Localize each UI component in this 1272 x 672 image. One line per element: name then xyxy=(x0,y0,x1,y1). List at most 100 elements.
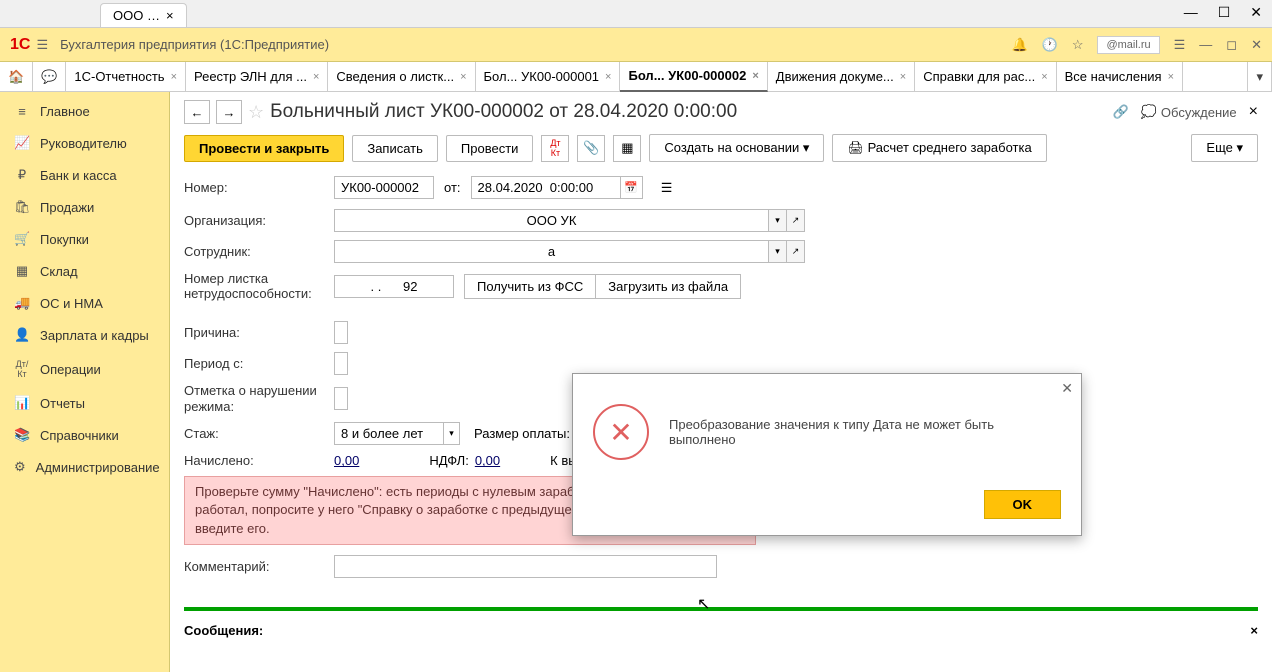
period-label: Период с: xyxy=(184,356,334,371)
post-button[interactable]: Провести xyxy=(446,135,534,162)
tab-all-accruals[interactable]: Все начисления× xyxy=(1057,62,1183,92)
stazh-label: Стаж: xyxy=(184,426,334,441)
ok-button[interactable]: OK xyxy=(984,490,1062,519)
accrued-link[interactable]: 0,00 xyxy=(334,453,359,468)
date-label: от: xyxy=(444,180,461,195)
dropdown-icon[interactable]: ▾ xyxy=(444,422,460,445)
close-icon[interactable]: × xyxy=(1250,623,1258,638)
forward-button[interactable]: → xyxy=(216,100,242,124)
home-icon[interactable]: 🏠 xyxy=(0,62,33,92)
back-button[interactable]: ← xyxy=(184,100,210,124)
sidebar-item-sales[interactable]: 🛍Продажи xyxy=(0,191,169,223)
close-window-icon[interactable]: ✕ xyxy=(1251,37,1262,53)
window-controls: — ☐ ✕ xyxy=(1184,4,1262,21)
org-label: Организация: xyxy=(184,213,334,228)
history-icon[interactable]: 🕐 xyxy=(1042,37,1058,53)
tab-reporting[interactable]: 1С-Отчетность× xyxy=(66,62,186,92)
sidebar-item-admin[interactable]: ⚙Администрирование xyxy=(0,451,169,483)
sidebar-item-references[interactable]: 📚Справочники xyxy=(0,419,169,451)
gear-icon: ⚙ xyxy=(14,459,26,475)
sidebar-item-assets[interactable]: 🚚ОС и НМА xyxy=(0,287,169,319)
sick-num-label: Номер листка нетрудоспособности: xyxy=(184,271,334,301)
dropdown-icon[interactable]: ▾ xyxy=(769,209,787,232)
minimize-window-icon[interactable]: — xyxy=(1199,37,1212,52)
sidebar-item-warehouse[interactable]: ▦Склад xyxy=(0,255,169,287)
close-icon[interactable]: × xyxy=(1168,71,1174,83)
sidebar-item-operations[interactable]: Дт/КтОперации xyxy=(0,351,169,387)
close-icon[interactable]: × xyxy=(313,71,319,83)
maximize-icon[interactable]: ☐ xyxy=(1218,4,1231,21)
date-input[interactable] xyxy=(471,176,621,199)
cart-icon: 🛒 xyxy=(14,231,30,247)
content-area: ← → ☆ Больничный лист УК00-000002 от 28.… xyxy=(170,92,1272,672)
hamburger-icon[interactable]: ☰ xyxy=(36,37,48,53)
structure-icon[interactable]: ▦ xyxy=(613,135,641,162)
number-label: Номер: xyxy=(184,180,334,195)
main-sidebar: ≡Главное 📈Руководителю ₽Банк и касса 🛍Пр… xyxy=(0,92,170,672)
close-icon[interactable]: × xyxy=(166,8,174,23)
ndfl-link[interactable]: 0,00 xyxy=(475,453,500,468)
sidebar-item-bank[interactable]: ₽Банк и касса xyxy=(0,159,169,191)
sidebar-item-purchases[interactable]: 🛒Покупки xyxy=(0,223,169,255)
close-icon[interactable]: × xyxy=(1041,71,1047,83)
tab-sick-2[interactable]: Бол... УК00-000002× xyxy=(620,62,767,92)
chat-icon[interactable]: 💬 xyxy=(33,62,66,92)
minimize-icon[interactable]: — xyxy=(1184,4,1198,21)
org-input[interactable] xyxy=(334,209,769,232)
period-from-input[interactable] xyxy=(334,352,348,375)
tab-references[interactable]: Справки для рас...× xyxy=(915,62,1056,92)
bell-icon[interactable]: 🔔 xyxy=(1011,37,1027,53)
list-small-icon[interactable]: ☰ xyxy=(653,174,681,201)
reason-input[interactable] xyxy=(334,321,348,344)
sidebar-item-manager[interactable]: 📈Руководителю xyxy=(0,127,169,159)
speech-icon: 💭 xyxy=(1141,104,1157,120)
tab-overflow-icon[interactable]: ▾ xyxy=(1247,62,1272,92)
sidebar-item-salary[interactable]: 👤Зарплата и кадры xyxy=(0,319,169,351)
open-icon[interactable]: ↗ xyxy=(787,240,805,263)
close-icon[interactable]: × xyxy=(171,71,177,83)
close-icon[interactable]: × xyxy=(605,71,611,83)
separator-line xyxy=(184,607,1258,611)
tab-doc-movements[interactable]: Движения докуме...× xyxy=(768,62,915,92)
avg-salary-button[interactable]: 🖨 Расчет среднего заработка xyxy=(832,134,1046,162)
close-page-icon[interactable]: × xyxy=(1249,103,1258,121)
tab-eln-registry[interactable]: Реестр ЭЛН для ...× xyxy=(186,62,328,92)
maximize-window-icon[interactable]: ◻ xyxy=(1226,37,1237,53)
close-icon[interactable]: ✕ xyxy=(1250,4,1262,21)
close-icon[interactable]: × xyxy=(900,71,906,83)
close-icon[interactable]: × xyxy=(460,71,466,83)
tab-sick-1[interactable]: Бол... УК00-000001× xyxy=(476,62,621,92)
browser-tab[interactable]: ООО … × xyxy=(100,3,187,27)
logo-1c: 1C xyxy=(10,36,30,54)
link-icon[interactable]: 🔗 xyxy=(1113,104,1129,120)
favorite-icon[interactable]: ☆ xyxy=(248,102,264,123)
comment-input[interactable] xyxy=(334,555,717,578)
menu-icon[interactable]: ☰ xyxy=(1174,37,1186,53)
tab-sick-info[interactable]: Сведения о листк...× xyxy=(328,62,475,92)
open-icon[interactable]: ↗ xyxy=(787,209,805,232)
number-input[interactable] xyxy=(334,176,434,199)
attach-icon[interactable]: 📎 xyxy=(577,135,605,162)
create-based-button[interactable]: Создать на основании ▾ xyxy=(649,134,824,162)
dropdown-icon[interactable]: ▾ xyxy=(769,240,787,263)
browser-tab-title: ООО … xyxy=(113,8,160,23)
employee-input[interactable] xyxy=(334,240,769,263)
dtkt-button[interactable]: ДтКт xyxy=(541,135,569,162)
post-and-close-button[interactable]: Провести и закрыть xyxy=(184,135,344,162)
discussion-button[interactable]: 💭 Обсуждение xyxy=(1141,104,1237,120)
violation-input[interactable] xyxy=(334,387,348,410)
star-icon[interactable]: ☆ xyxy=(1072,37,1084,53)
page-title: Больничный лист УК00-000002 от 28.04.202… xyxy=(270,101,737,123)
write-button[interactable]: Записать xyxy=(352,135,438,162)
close-icon[interactable]: × xyxy=(752,70,758,82)
more-button[interactable]: Еще ▾ xyxy=(1191,134,1258,162)
sidebar-item-main[interactable]: ≡Главное xyxy=(0,96,169,127)
calendar-icon[interactable]: 📅 xyxy=(621,176,643,199)
get-fss-button[interactable]: Получить из ФСС xyxy=(464,274,596,299)
close-icon[interactable]: ✕ xyxy=(1061,380,1073,397)
sick-number-input[interactable] xyxy=(334,275,454,298)
sidebar-item-reports[interactable]: 📊Отчеты xyxy=(0,387,169,419)
reason-label: Причина: xyxy=(184,325,334,340)
load-file-button[interactable]: Загрузить из файла xyxy=(595,274,741,299)
stazh-select[interactable]: 8 и более лет xyxy=(334,422,444,445)
